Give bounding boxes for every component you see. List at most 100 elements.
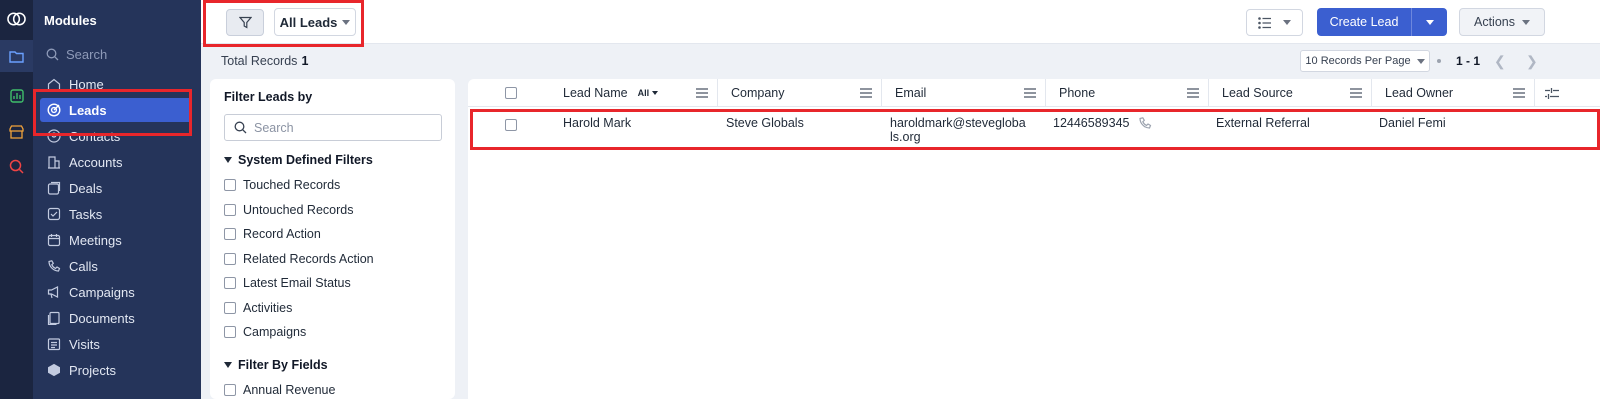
cell-phone: 12446589345 <box>1053 116 1152 130</box>
custom-view-label: All Leads <box>279 14 338 30</box>
row-checkbox[interactable] <box>505 119 517 131</box>
documents-icon <box>47 311 60 325</box>
filter-toggle-button[interactable] <box>226 9 264 36</box>
calendar-icon <box>47 234 61 247</box>
sidebar-search[interactable]: Search <box>46 47 107 62</box>
top-toolbar: All Leads Create Lead Actions <box>201 0 1600 44</box>
column-settings-cell <box>1535 79 1600 107</box>
filter-option-touched-records[interactable]: Touched Records <box>224 178 340 192</box>
accounts-icon <box>48 156 60 169</box>
system-filters-section[interactable]: System Defined Filters <box>224 153 373 167</box>
previous-page-icon[interactable]: ❮ <box>1494 53 1506 70</box>
filter-option-activities[interactable]: Activities <box>224 301 292 315</box>
next-page-icon[interactable]: ❯ <box>1526 53 1538 70</box>
column-header-phone[interactable]: Phone <box>1046 79 1209 107</box>
page-range: 1 - 1 <box>1456 54 1481 68</box>
filter-option-record-action[interactable]: Record Action <box>224 227 321 241</box>
fields-filters-title: Filter By Fields <box>238 358 328 372</box>
checkbox[interactable] <box>224 277 236 289</box>
sidebar-item-home[interactable]: Home <box>40 72 192 96</box>
tasks-icon <box>47 207 61 221</box>
column-menu-icon[interactable] <box>1350 88 1362 98</box>
separator-dot <box>1437 59 1441 63</box>
projects-icon <box>48 363 60 377</box>
checkbox[interactable] <box>224 302 236 314</box>
checkbox[interactable] <box>224 253 236 265</box>
home-icon <box>47 78 61 91</box>
deals-icon <box>47 181 61 195</box>
sidebar-item-leads[interactable]: Leads <box>40 98 192 122</box>
column-header-lead-source[interactable]: Lead Source <box>1209 79 1372 107</box>
cell-lead-name[interactable]: Harold Mark <box>563 116 631 130</box>
column-menu-icon[interactable] <box>860 88 872 98</box>
column-settings-icon[interactable] <box>1545 87 1559 99</box>
analytics-rail-icon[interactable] <box>7 86 26 105</box>
select-all-checkbox[interactable] <box>505 87 517 99</box>
list-view-icon <box>1258 16 1272 29</box>
checkbox[interactable] <box>224 179 236 191</box>
create-lead-button[interactable]: Create Lead <box>1317 8 1447 36</box>
visits-icon <box>47 338 61 351</box>
column-menu-icon[interactable] <box>1513 88 1525 98</box>
name-filter-dropdown[interactable]: All <box>638 88 659 98</box>
records-per-page-label: 10 Records Per Page <box>1305 55 1411 67</box>
sidebar-item-accounts[interactable]: Accounts <box>40 150 192 174</box>
sidebar-item-projects[interactable]: Projects <box>40 358 192 382</box>
column-header-company[interactable]: Company <box>718 79 882 107</box>
app-logo-icon[interactable] <box>7 9 26 28</box>
total-records-label: Total Records <box>221 54 298 68</box>
column-menu-icon[interactable] <box>1024 88 1036 98</box>
collapse-triangle-icon <box>224 362 232 368</box>
chevron-down-icon <box>1425 19 1434 25</box>
phone-icon[interactable] <box>1138 116 1152 130</box>
sidebar-item-calls[interactable]: Calls <box>40 254 192 278</box>
sidebar-item-deals[interactable]: Deals <box>40 176 192 200</box>
column-header-email[interactable]: Email <box>882 79 1046 107</box>
filter-option-related-records-action[interactable]: Related Records Action <box>224 252 374 266</box>
filter-search-placeholder: Search <box>254 120 294 135</box>
column-menu-icon[interactable] <box>1187 88 1199 98</box>
records-per-page-dropdown[interactable]: 10 Records Per Page <box>1300 50 1430 72</box>
checkbox[interactable] <box>224 326 236 338</box>
chevron-down-icon <box>342 19 351 25</box>
total-records: Total Records 1 <box>221 54 308 68</box>
actions-label: Actions <box>1474 15 1515 29</box>
list-view-toggle[interactable] <box>1246 9 1303 36</box>
chevron-down-icon <box>652 91 659 95</box>
column-header-lead-name[interactable]: Lead Name All <box>550 79 718 107</box>
leads-icon <box>47 103 61 117</box>
actions-button[interactable]: Actions <box>1459 8 1545 36</box>
sidebar-search-placeholder: Search <box>66 47 108 62</box>
modules-rail-icon[interactable] <box>0 40 33 72</box>
filter-option-campaigns[interactable]: Campaigns <box>224 325 306 339</box>
sidebar-item-visits[interactable]: Visits <box>40 332 192 356</box>
store-rail-icon[interactable] <box>7 122 26 141</box>
custom-view-dropdown[interactable]: All Leads <box>274 8 356 36</box>
sidebar-item-meetings[interactable]: Meetings <box>40 228 192 252</box>
filter-option-latest-email-status[interactable]: Latest Email Status <box>224 276 351 290</box>
search-icon <box>234 121 247 134</box>
create-lead-dropdown[interactable] <box>1411 8 1447 36</box>
sidebar-item-contacts[interactable]: Contacts <box>40 124 192 148</box>
checkbox[interactable] <box>224 384 236 396</box>
filter-option-untouched-records[interactable]: Untouched Records <box>224 203 353 217</box>
checkbox[interactable] <box>224 204 236 216</box>
filter-option-annual-revenue[interactable]: Annual Revenue <box>224 383 335 397</box>
cell-email[interactable]: haroldmark@stevegloba ls.org <box>890 116 1026 144</box>
search-rail-icon[interactable] <box>7 157 26 176</box>
chevron-down-icon <box>1282 20 1291 25</box>
chevron-down-icon <box>1522 19 1530 25</box>
filter-panel-title: Filter Leads by <box>224 90 313 104</box>
filter-panel: Filter Leads by Search System Defined Fi… <box>210 79 455 399</box>
table-header: Lead Name All Company Email Phone Lead S… <box>468 79 1600 107</box>
fields-filters-section[interactable]: Filter By Fields <box>224 358 328 372</box>
filter-search-input[interactable]: Search <box>224 114 442 141</box>
checkbox[interactable] <box>224 228 236 240</box>
cell-lead-owner: Daniel Femi <box>1379 116 1446 130</box>
sidebar-item-tasks[interactable]: Tasks <box>40 202 192 226</box>
modules-sidebar: Modules Search Home Contacts Leads Accou… <box>33 0 201 399</box>
column-menu-icon[interactable] <box>696 88 708 98</box>
sidebar-item-campaigns[interactable]: Campaigns <box>40 280 192 304</box>
column-header-lead-owner[interactable]: Lead Owner <box>1372 79 1535 107</box>
sidebar-item-documents[interactable]: Documents <box>40 306 192 330</box>
